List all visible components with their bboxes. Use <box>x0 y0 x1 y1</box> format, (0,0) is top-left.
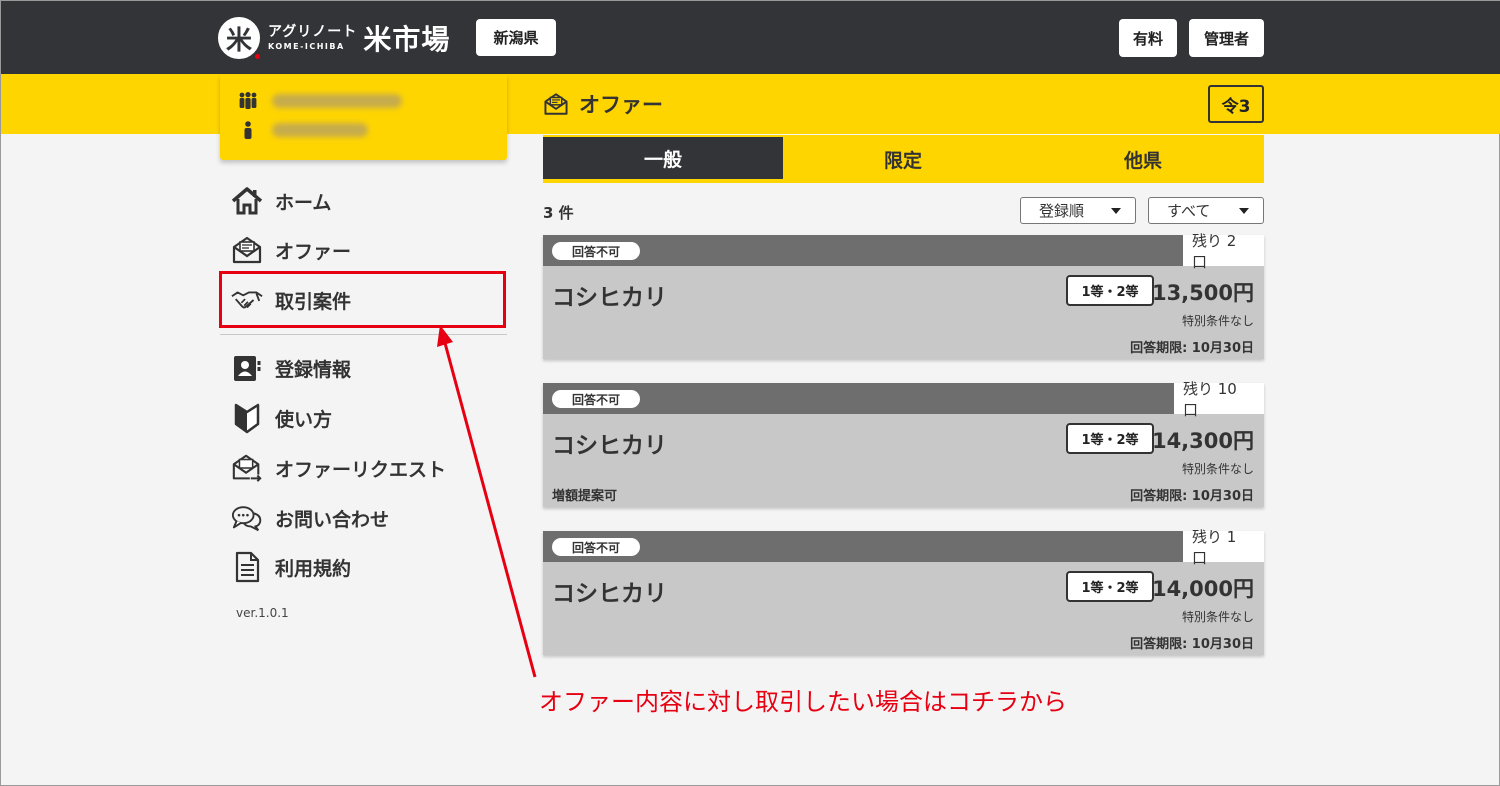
annotation-text: オファー内容に対し取引したい場合はコチラから <box>539 688 1067 716</box>
annotation-arrow <box>437 325 537 678</box>
